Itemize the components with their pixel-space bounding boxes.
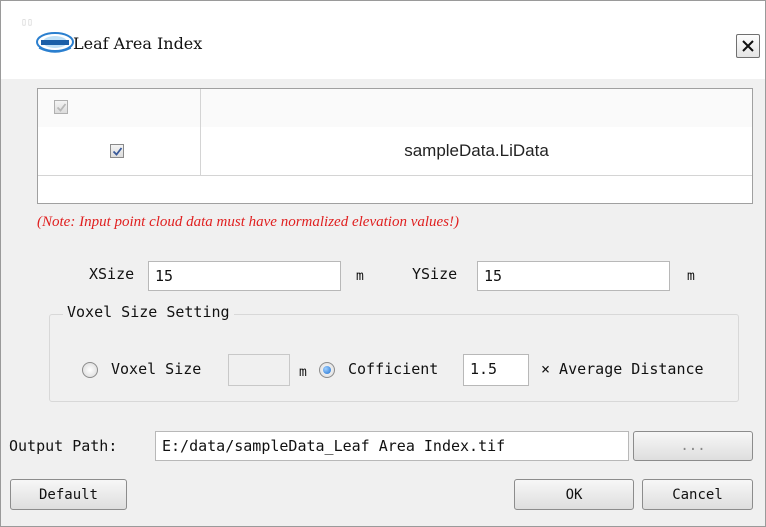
ysize-unit: m	[687, 269, 695, 284]
xsize-input[interactable]: 15	[148, 261, 341, 291]
ysize-label: YSize	[412, 265, 458, 283]
cancel-label: Cancel	[672, 486, 723, 503]
voxel-size-label: Voxel Size	[111, 360, 202, 378]
ok-label: OK	[565, 486, 583, 503]
ysize-input[interactable]: 15	[477, 261, 670, 291]
leaf-area-index-dialog: ▯▯ Leaf Area Index sampleData.LiData (No…	[0, 0, 766, 527]
row-checkbox[interactable]	[110, 144, 124, 158]
voxel-size-group	[49, 314, 739, 402]
normalization-note: (Note: Input point cloud data must have …	[37, 214, 459, 230]
default-button[interactable]: Default	[10, 479, 127, 510]
output-path-label: Output Path:	[9, 437, 118, 455]
column-divider	[200, 89, 201, 175]
average-distance-label: × Average Distance	[541, 360, 704, 378]
table-header-row	[38, 89, 752, 128]
select-all-checkbox[interactable]	[54, 100, 68, 114]
checkmark-icon	[112, 146, 122, 156]
radio-selected-dot	[323, 366, 331, 374]
data-file-name: sampleData.LiData	[404, 141, 549, 160]
output-path-input[interactable]: E:/data/sampleData_Leaf Area Index.tif	[155, 431, 629, 461]
input-data-table: sampleData.LiData	[37, 88, 753, 204]
voxel-size-input[interactable]	[228, 354, 290, 386]
title-bar: ▯▯ Leaf Area Index	[1, 1, 765, 79]
checkmark-icon	[56, 102, 66, 112]
window-system-mark-icon: ▯▯	[21, 17, 34, 28]
browse-button[interactable]: ...	[633, 431, 753, 461]
voxel-size-unit: m	[299, 365, 307, 380]
default-label: Default	[38, 486, 98, 503]
table-row[interactable]: sampleData.LiData	[38, 127, 752, 176]
browse-label: ...	[680, 438, 706, 454]
close-icon	[742, 40, 754, 52]
coefficient-input[interactable]: 1.5	[463, 354, 529, 386]
ok-button[interactable]: OK	[514, 479, 634, 510]
xsize-unit: m	[356, 269, 364, 284]
window-title: Leaf Area Index	[73, 34, 203, 53]
app-logo-icon	[35, 29, 75, 55]
coefficient-label: Cofficient	[348, 360, 439, 378]
xsize-label: XSize	[89, 265, 135, 283]
voxel-size-group-title: Voxel Size Setting	[63, 303, 234, 321]
voxel-size-radio[interactable]	[82, 362, 98, 378]
close-button[interactable]	[736, 34, 760, 58]
cancel-button[interactable]: Cancel	[642, 479, 753, 510]
coefficient-radio[interactable]	[319, 362, 335, 378]
